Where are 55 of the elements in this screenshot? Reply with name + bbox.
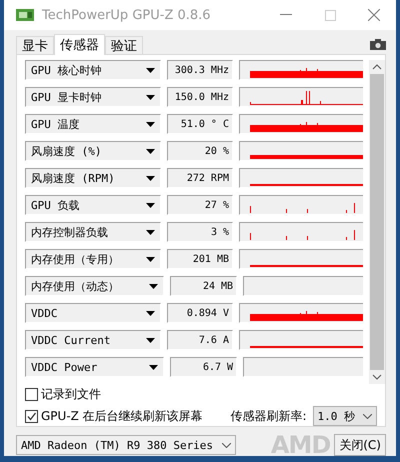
sensor-value: 51.0 ° C [167, 114, 233, 134]
camera-icon[interactable] [370, 39, 386, 50]
caret-icon [146, 68, 156, 72]
sensor-value: 3 % [167, 222, 233, 242]
sensor-name-dropdown[interactable]: GPU 显卡时钟 [25, 87, 162, 107]
sensor-value: 27 % [167, 195, 233, 215]
sensor-name-dropdown[interactable]: 内存使用（专用） [25, 249, 162, 269]
caret-icon [146, 122, 156, 126]
sensor-name-dropdown[interactable]: VDDC Current [25, 330, 162, 350]
sensor-value: 272 RPM [167, 168, 233, 188]
sensor-name-dropdown[interactable]: VDDC Power [25, 357, 164, 377]
sensor-name-dropdown[interactable]: GPU 温度 [25, 114, 162, 134]
caret-icon [146, 176, 156, 180]
sensor-value: 201 MB [167, 249, 233, 269]
sensor-value: 300.3 MHz [167, 60, 233, 80]
refresh-rate-label: 传感器刷新率: [230, 408, 306, 424]
window-title: TechPowerUp GPU-Z 0.8.6 [42, 8, 212, 22]
tab[interactable]: 验证 [105, 36, 143, 54]
sensor-value: 6.7 W [170, 357, 238, 377]
sensor-name-dropdown[interactable]: VDDC [25, 303, 162, 323]
close-dialog-button[interactable]: 关闭(C) [334, 434, 386, 456]
caret-icon [146, 310, 156, 316]
caret-icon [149, 284, 158, 288]
checkbox-label: GPU-Z 在后台继续刷新该屏幕 [41, 408, 203, 424]
caret-icon [146, 230, 156, 234]
chevron-down-icon [363, 414, 372, 418]
caret-icon [146, 148, 156, 154]
refresh-rate-select[interactable]: 1.0 秒 [312, 406, 377, 426]
graphics-card-icon [16, 8, 34, 22]
caret-icon [146, 94, 156, 100]
checkbox-label: 记录到文件 [41, 386, 101, 403]
close-icon[interactable] [368, 9, 380, 21]
caret-icon [146, 338, 156, 342]
sensor-value: 0.894 V [167, 303, 233, 323]
chevron-down-icon [222, 442, 231, 448]
tab[interactable]: 传感器 [54, 34, 105, 55]
caret-icon [149, 364, 158, 370]
sensor-value: 24 MB [170, 276, 238, 296]
sensor-name-dropdown[interactable]: 内存使用（动态） [25, 276, 164, 296]
sensor-name-dropdown[interactable]: GPU 核心时钟 [25, 60, 162, 80]
sensor-value: 150.0 MHz [167, 87, 233, 107]
sensor-name-dropdown[interactable]: 内存控制器负载 [25, 222, 162, 242]
caret-icon [146, 202, 156, 208]
minimize-icon[interactable] [280, 14, 292, 16]
scrollbar-thumb[interactable] [370, 74, 384, 370]
checkbox[interactable] [25, 410, 38, 422]
device-select[interactable]: AMD Radeon (TM) R9 380 Series [16, 435, 236, 455]
caret-icon [146, 256, 156, 262]
checkbox[interactable] [25, 388, 38, 401]
sensor-name-dropdown[interactable]: GPU 负载 [25, 195, 162, 215]
sensor-name-dropdown[interactable]: 风扇速度 (RPM) [25, 168, 162, 188]
sensor-name-dropdown[interactable]: 风扇速度 (%) [25, 141, 162, 161]
sensor-value: 20 % [167, 141, 233, 161]
sensor-value: 7.6 A [167, 330, 233, 350]
tab[interactable]: 显卡 [16, 36, 54, 54]
